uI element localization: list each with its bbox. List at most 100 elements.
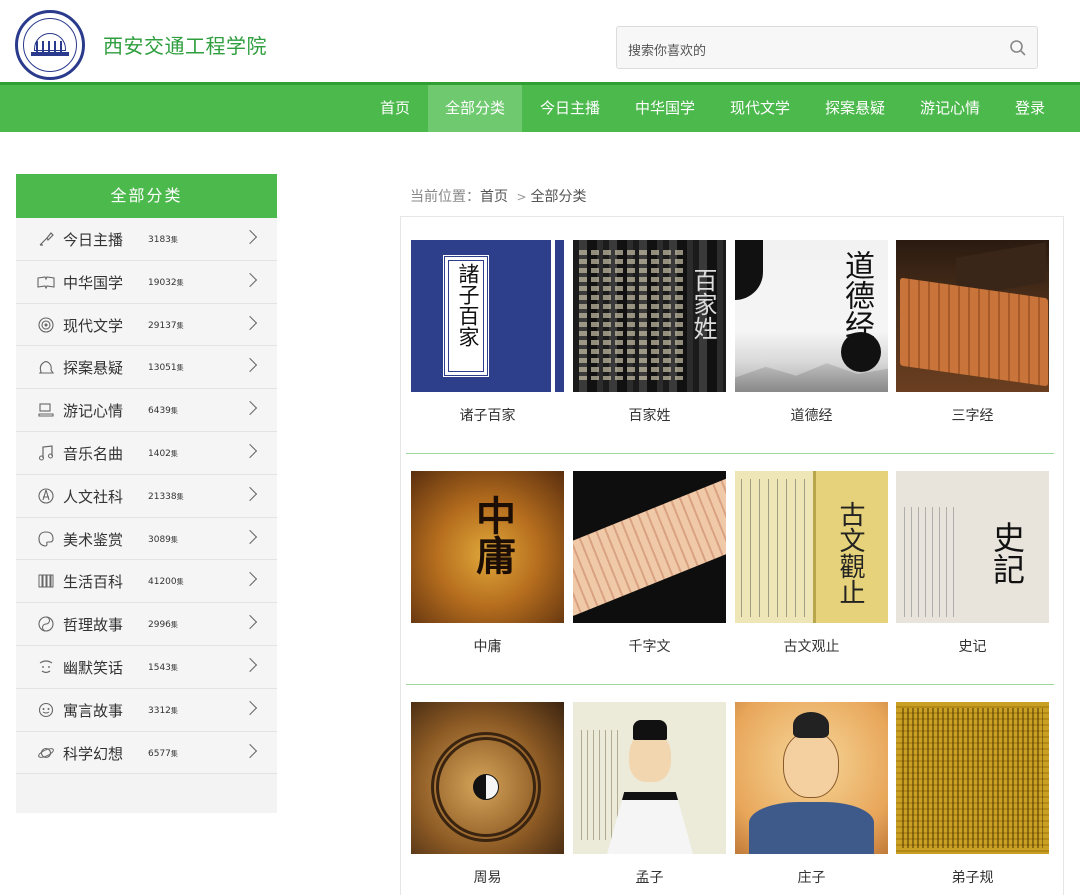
thumb-text: 古文觀止 [835, 501, 865, 605]
book-card[interactable]: 百家姓 [573, 240, 726, 392]
breadcrumb-current: 全部分类 [530, 189, 587, 205]
sidebar-item[interactable]: 音乐名曲 1402集 [16, 431, 277, 475]
search-input[interactable]: 搜索你喜欢的 [616, 26, 1038, 69]
book-thumbnail[interactable] [573, 702, 726, 854]
sidebar-item[interactable]: 今日主播 3183集 [16, 218, 277, 261]
open-book-icon [37, 276, 55, 290]
sidebar-item[interactable]: 科学幻想 6577集 [16, 731, 277, 775]
chevron-right-icon [242, 529, 258, 544]
planet-icon [38, 747, 54, 758]
sidebar-item-label: 人文社科 [63, 487, 124, 506]
nav-chinese-classics[interactable]: 中华国学 [622, 85, 708, 132]
book-title[interactable]: 孟子 [573, 867, 726, 887]
search-icon[interactable] [1009, 39, 1027, 57]
book-title[interactable]: 庄子 [735, 867, 888, 887]
book-thumbnail[interactable]: 諸子百家 [411, 240, 564, 392]
nav-modern-literature[interactable]: 现代文学 [717, 85, 803, 132]
sidebar-item[interactable]: 探案悬疑 13051集 [16, 346, 277, 390]
book-title[interactable]: 道德经 [735, 405, 888, 425]
sidebar-item[interactable]: 生活百科 41200集 [16, 560, 277, 604]
book-thumbnail[interactable] [573, 471, 726, 623]
book-thumbnail[interactable]: 古文觀止 [735, 471, 888, 623]
fingerprint-icon [38, 317, 54, 333]
chevron-right-icon [242, 272, 258, 287]
sidebar-item-label: 生活百科 [63, 573, 124, 592]
music-note-icon [39, 445, 53, 461]
sidebar-item-count: 2996集 [148, 620, 178, 631]
nav-travel[interactable]: 游记心情 [907, 85, 993, 132]
sidebar-title: 全部分类 [16, 174, 277, 218]
chevron-right-icon [242, 700, 258, 715]
breadcrumb-prefix: 当前位置： [410, 189, 480, 205]
book-title[interactable]: 周易 [411, 867, 564, 887]
book-thumbnail[interactable] [735, 702, 888, 854]
book-thumbnail[interactable] [896, 240, 1049, 392]
sidebar-item[interactable]: 现代文学 29137集 [16, 303, 277, 347]
book-card[interactable]: 道德经 [735, 240, 888, 392]
book-thumbnail[interactable]: 中庸 [411, 471, 564, 623]
book-card[interactable]: 中庸 [411, 471, 564, 623]
sidebar-item-count: 3183集 [148, 235, 178, 245]
book-card[interactable]: 諸子百家 [411, 240, 564, 392]
nav-home[interactable]: 首页 [368, 85, 422, 132]
book-card[interactable] [573, 702, 726, 854]
sidebar-item[interactable]: 中华国学 19032集 [16, 260, 277, 304]
main-nav: 首页 全部分类 今日主播 中华国学 现代文学 探案悬疑 游记心情 登录 [0, 82, 1080, 132]
book-title[interactable]: 史记 [896, 636, 1049, 656]
book-card[interactable]: 史記 [896, 471, 1049, 623]
nav-mystery[interactable]: 探案悬疑 [812, 85, 898, 132]
breadcrumb-separator: > [516, 190, 527, 204]
book-thumbnail[interactable] [411, 702, 564, 854]
book-card[interactable] [896, 702, 1049, 854]
sidebar-item-count: 3312集 [148, 705, 178, 716]
breadcrumb-home[interactable]: 首页 [480, 189, 508, 205]
book-thumbnail[interactable]: 史記 [896, 471, 1049, 623]
sidebar-item-label: 中华国学 [63, 273, 124, 292]
travel-icon [38, 403, 54, 417]
nav-all-categories[interactable]: 全部分类 [428, 85, 522, 132]
smile-icon [39, 660, 53, 674]
thumb-text: 史記 [988, 521, 1026, 585]
book-card[interactable] [573, 471, 726, 623]
book-card[interactable]: 古文觀止 [735, 471, 888, 623]
book-thumbnail[interactable]: 百家姓 [573, 240, 726, 392]
book-title[interactable]: 诸子百家 [411, 405, 564, 425]
row-divider [406, 684, 1054, 685]
sidebar-item-count: 3089集 [148, 534, 178, 545]
site-title[interactable]: 西安交通工程学院 [103, 30, 267, 59]
search-placeholder: 搜索你喜欢的 [628, 44, 707, 59]
book-title[interactable]: 百家姓 [573, 405, 726, 425]
logo-emblem [23, 18, 77, 72]
book-title[interactable]: 弟子规 [896, 867, 1049, 887]
book-title[interactable]: 三字经 [896, 405, 1049, 425]
sidebar-item[interactable]: 人文社科 21338集 [16, 474, 277, 518]
book-thumbnail[interactable]: 道德经 [735, 240, 888, 392]
book-card[interactable] [411, 702, 564, 854]
book-card[interactable] [896, 240, 1049, 392]
chevron-right-icon [242, 657, 258, 673]
sidebar-item[interactable]: 游记心情 6439集 [16, 389, 277, 432]
sidebar-item[interactable]: 美术鉴赏 3089集 [16, 517, 277, 561]
book-thumbnail[interactable] [896, 702, 1049, 854]
sidebar-item-count: 21338集 [148, 491, 184, 502]
book-title[interactable]: 中庸 [411, 636, 564, 656]
site-header: 西安交通工程学院 搜索你喜欢的 [0, 0, 1080, 82]
book-card[interactable] [735, 702, 888, 854]
sidebar-item[interactable]: 寓言故事 3312集 [16, 688, 277, 732]
yin-yang-icon [38, 616, 54, 632]
nav-login[interactable]: 登录 [1004, 85, 1056, 132]
university-logo[interactable] [15, 10, 85, 80]
books-icon [38, 574, 54, 588]
breadcrumb: 当前位置：首页 > 全部分类 [410, 186, 587, 206]
book-title[interactable]: 千字文 [573, 636, 726, 656]
book-title[interactable]: 古文观止 [735, 636, 888, 656]
chevron-right-icon [242, 358, 258, 373]
thumb-text: 諸子百家 [456, 263, 480, 347]
face-icon [38, 702, 54, 717]
chevron-right-icon [242, 315, 258, 330]
sidebar-item[interactable]: 幽默笑话 1543集 [16, 645, 277, 689]
sidebar-item-label: 幽默笑话 [63, 658, 124, 677]
sidebar-item-label: 音乐名曲 [63, 444, 124, 463]
nav-today-anchor[interactable]: 今日主播 [527, 85, 613, 132]
sidebar-item[interactable]: 哲理故事 2996集 [16, 603, 277, 646]
